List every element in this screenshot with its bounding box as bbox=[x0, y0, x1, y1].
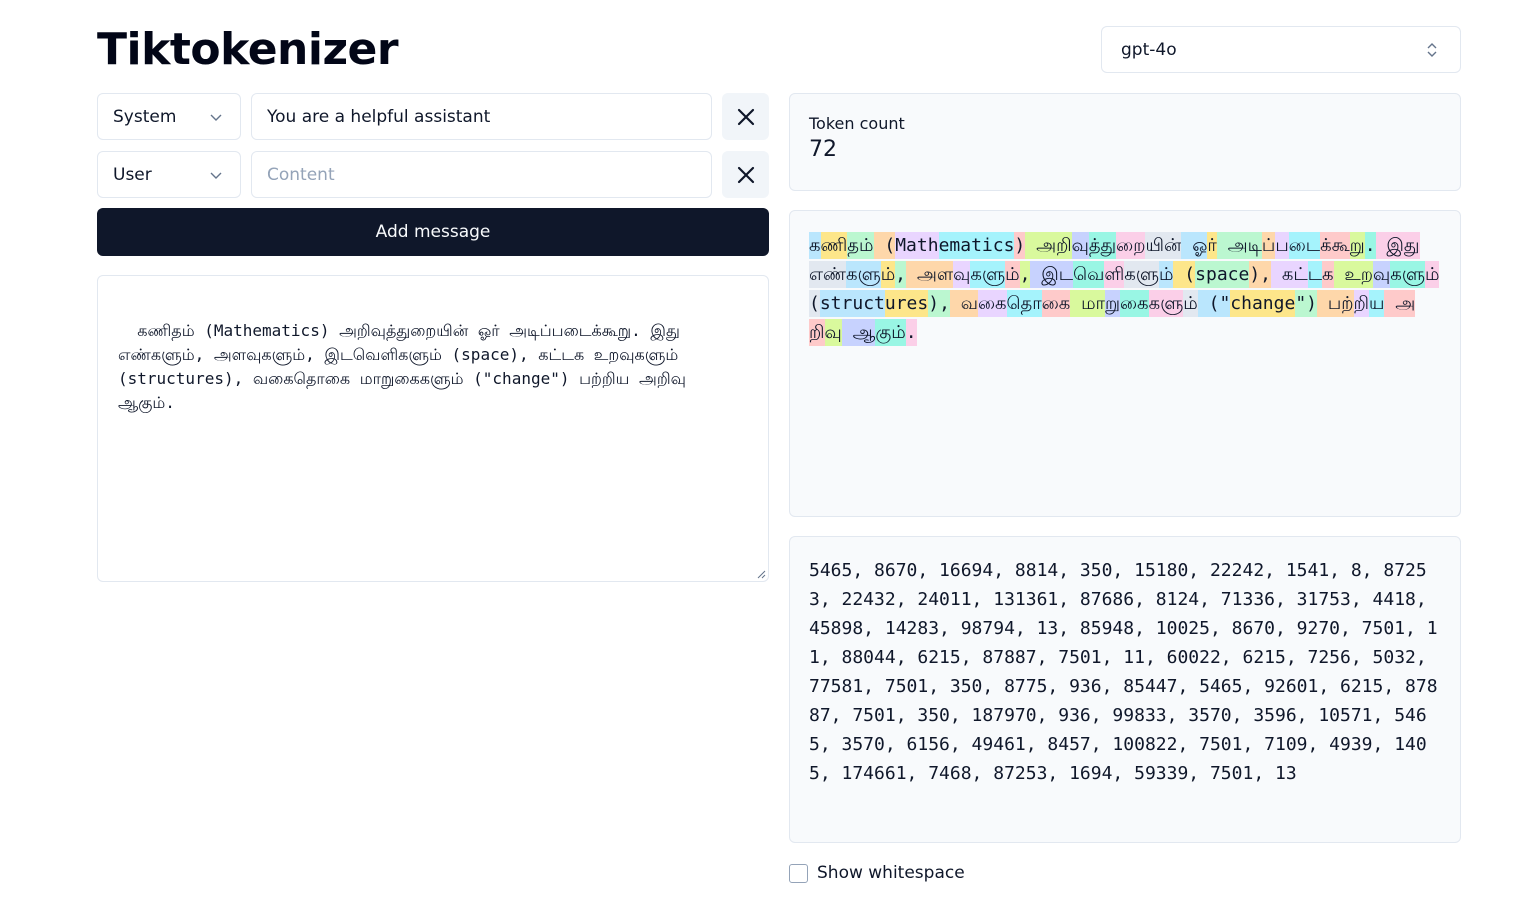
token-chip[interactable]: வ bbox=[949, 290, 978, 317]
role-select-system[interactable]: System bbox=[97, 93, 241, 140]
token-chip[interactable]: ) bbox=[1014, 232, 1026, 259]
token-ids-panel: 5465, 8670, 16694, 8814, 350, 15180, 222… bbox=[789, 536, 1461, 843]
chevron-up-down-icon bbox=[1427, 43, 1437, 57]
token-chip[interactable]: ( bbox=[809, 290, 820, 317]
model-select[interactable]: gpt-4o bbox=[1101, 26, 1461, 73]
token-chip[interactable]: ஓ bbox=[1181, 232, 1208, 259]
token-chip[interactable]: க்க bbox=[1320, 232, 1350, 259]
token-chip[interactable]: உற bbox=[1333, 261, 1373, 288]
token-chip[interactable]: கும் bbox=[875, 319, 906, 346]
message-row-system: System bbox=[97, 93, 769, 140]
token-chip[interactable]: கை bbox=[1041, 290, 1071, 317]
token-chip[interactable]: change bbox=[1230, 290, 1296, 317]
token-chip[interactable]: struct bbox=[819, 290, 885, 317]
token-chip[interactable]: கள bbox=[970, 261, 1006, 288]
token-chip[interactable]: கை bbox=[978, 290, 1007, 317]
token-chip[interactable]: த்த bbox=[1088, 232, 1117, 259]
resize-grip-icon[interactable] bbox=[756, 569, 766, 579]
token-chip[interactable]: ிவு bbox=[1071, 232, 1089, 259]
token-chip[interactable]: ர் bbox=[1207, 232, 1217, 259]
token-chip[interactable]: ும் bbox=[1424, 261, 1440, 288]
show-whitespace-checkbox[interactable] bbox=[789, 863, 808, 883]
tokenized-text-panel: கணிதம் (Mathematics) அறிவுத்துறையின் ஓர்… bbox=[789, 210, 1461, 517]
token-chip[interactable]: , bbox=[1019, 261, 1031, 288]
token-chip[interactable]: ுற bbox=[1116, 232, 1146, 259]
token-chip[interactable]: இது bbox=[1375, 232, 1420, 259]
token-chip[interactable]: இட bbox=[1030, 261, 1074, 288]
show-whitespace-row: Show whitespace bbox=[789, 862, 965, 884]
chevron-down-icon bbox=[210, 172, 222, 179]
chevron-down-icon bbox=[210, 114, 222, 121]
token-chip[interactable]: , bbox=[895, 261, 907, 288]
token-chip[interactable]: ையின் bbox=[1145, 232, 1182, 259]
close-icon bbox=[737, 166, 754, 183]
token-chip[interactable]: ும் bbox=[1158, 261, 1174, 288]
token-chip[interactable]: ும் bbox=[1183, 290, 1198, 317]
token-chip[interactable]: ளி bbox=[1104, 261, 1125, 288]
token-chip[interactable]: Math bbox=[895, 232, 939, 259]
token-chip[interactable]: ஆ bbox=[841, 319, 876, 346]
token-chip[interactable]: தொ bbox=[1006, 290, 1042, 317]
message-content-input[interactable] bbox=[251, 93, 712, 140]
token-chip[interactable]: வு bbox=[1372, 261, 1391, 288]
token-chip[interactable]: கை bbox=[1120, 290, 1149, 317]
role-select-user[interactable]: User bbox=[97, 151, 241, 198]
close-icon bbox=[737, 108, 754, 125]
token-chip[interactable]: ிவு bbox=[824, 319, 842, 346]
token-chip[interactable]: ), bbox=[928, 290, 950, 317]
token-count-value: 72 bbox=[809, 137, 837, 162]
input-text: கணிதம் (Mathematics) அறிவுத்துறையின் ஓர்… bbox=[118, 321, 696, 412]
token-chip[interactable]: அட bbox=[1216, 232, 1262, 259]
token-chip[interactable]: கள bbox=[1390, 261, 1425, 288]
model-select-value: gpt-4o bbox=[1121, 39, 1177, 60]
role-select-value: System bbox=[113, 106, 177, 127]
show-whitespace-label: Show whitespace bbox=[817, 863, 965, 883]
token-chip[interactable]: space bbox=[1195, 261, 1250, 288]
token-chip[interactable]: ்ட bbox=[1307, 261, 1323, 288]
token-chip[interactable]: ும் bbox=[880, 261, 896, 288]
token-chip[interactable]: பற bbox=[1317, 290, 1354, 317]
token-chip[interactable]: ய bbox=[1369, 290, 1385, 317]
token-count-card: Token count 72 bbox=[789, 93, 1461, 191]
token-chip[interactable]: க bbox=[1322, 261, 1334, 288]
token-chip[interactable]: . bbox=[1364, 232, 1376, 259]
app-title: Tiktokenizer bbox=[97, 24, 399, 75]
token-chip[interactable]: எண் bbox=[809, 261, 846, 288]
remove-message-button[interactable] bbox=[722, 93, 769, 140]
token-chip[interactable]: ( bbox=[1173, 261, 1196, 288]
token-chip[interactable]: மா bbox=[1070, 290, 1105, 317]
token-chip[interactable]: ்ப bbox=[1275, 232, 1289, 259]
token-chip[interactable]: வு bbox=[953, 261, 971, 288]
token-count-label: Token count bbox=[809, 114, 905, 133]
token-chip[interactable]: க bbox=[809, 232, 821, 259]
token-chip[interactable]: ( bbox=[873, 232, 896, 259]
token-chip[interactable]: ematics bbox=[938, 232, 1015, 259]
token-chip[interactable]: ") bbox=[1295, 290, 1318, 317]
token-chip[interactable]: . bbox=[905, 319, 917, 346]
token-chip[interactable]: ிப bbox=[1261, 232, 1276, 259]
token-chip[interactable]: கள bbox=[1148, 290, 1184, 317]
token-chip[interactable]: ணி bbox=[820, 232, 848, 259]
token-chip[interactable]: கள bbox=[845, 261, 881, 288]
token-chip[interactable]: அற bbox=[1025, 232, 1072, 259]
role-select-value: User bbox=[113, 164, 152, 185]
token-chip[interactable]: ும் bbox=[1005, 261, 1020, 288]
token-chip[interactable]: (" bbox=[1197, 290, 1231, 317]
message-content-input[interactable] bbox=[251, 151, 712, 198]
token-chip[interactable]: வெ bbox=[1073, 261, 1105, 288]
token-chip[interactable]: று bbox=[1104, 290, 1121, 317]
remove-message-button[interactable] bbox=[722, 151, 769, 198]
token-chip[interactable]: ூற bbox=[1349, 232, 1365, 259]
token-chip[interactable]: ்றி bbox=[1353, 290, 1369, 317]
token-chip[interactable]: ), bbox=[1249, 261, 1272, 288]
token-chip[interactable]: தம் bbox=[847, 232, 874, 259]
token-chip[interactable]: கட bbox=[1271, 261, 1308, 288]
message-row-user: User bbox=[97, 151, 769, 198]
token-chip[interactable]: டை bbox=[1288, 232, 1321, 259]
add-message-button[interactable]: Add message bbox=[97, 208, 769, 256]
input-textarea[interactable]: கணிதம் (Mathematics) அறிவுத்துறையின் ஓர்… bbox=[97, 275, 769, 582]
token-chip[interactable]: கள bbox=[1124, 261, 1159, 288]
token-chip[interactable]: ures bbox=[884, 290, 929, 317]
token-chip[interactable]: அள bbox=[906, 261, 954, 288]
